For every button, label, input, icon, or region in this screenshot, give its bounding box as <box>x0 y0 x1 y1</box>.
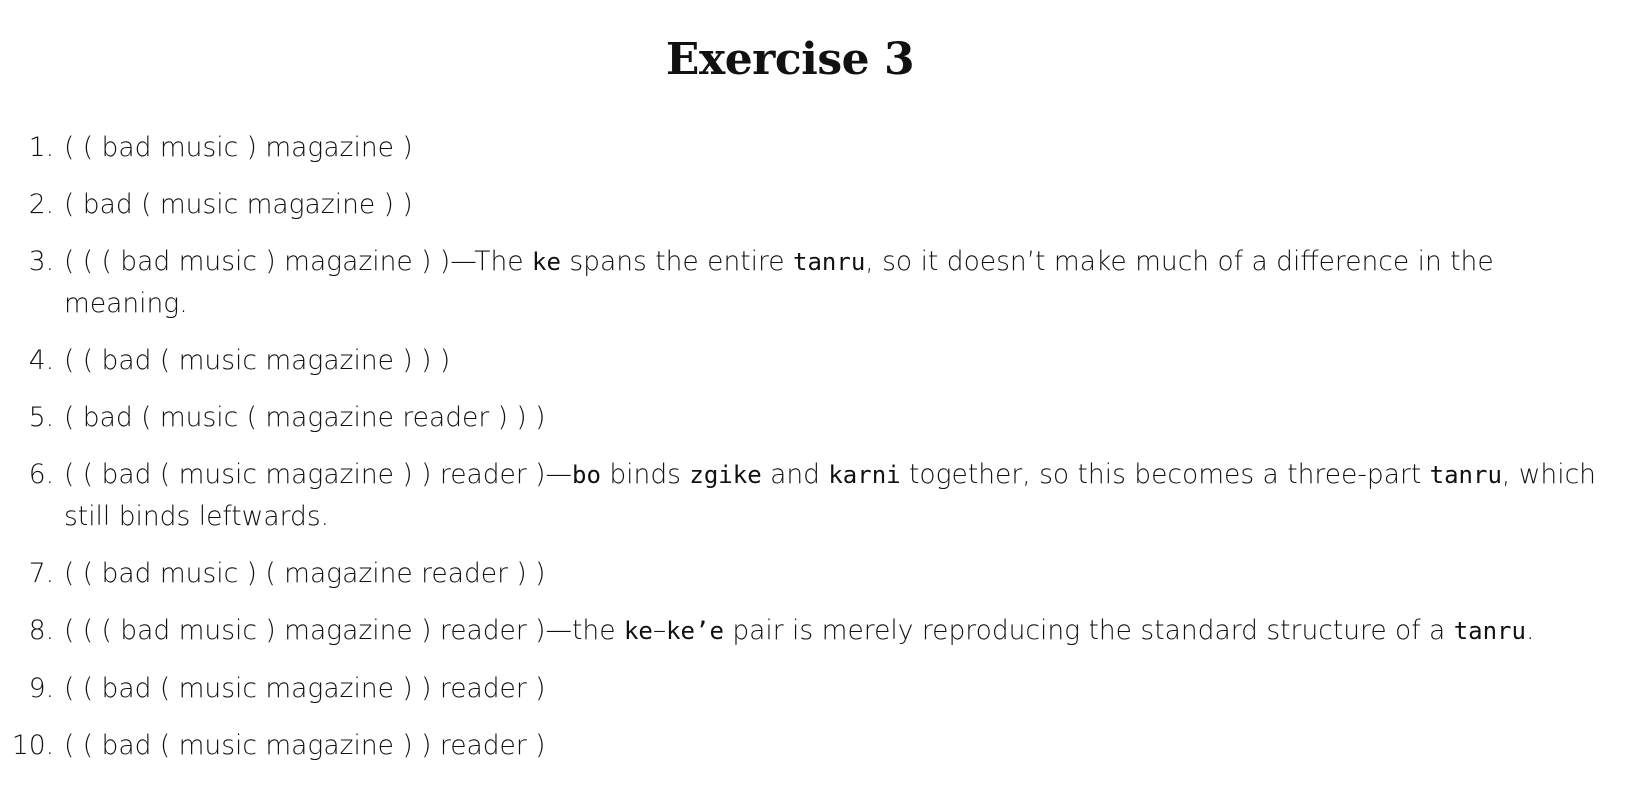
list-item-text: ( ( bad music ) ( magazine reader ) ) <box>64 558 546 589</box>
lojban-term: zgike <box>689 461 762 489</box>
text-run: ( ( bad ( music magazine ) ) reader )— <box>64 459 573 490</box>
list-item: 2. ( bad ( music magazine ) ) <box>0 184 1620 225</box>
answer-list: 1. ( ( bad music ) magazine ) 2. ( bad ( mu… <box>0 127 1620 782</box>
text-run: ( ( bad music ) magazine ) <box>64 132 413 163</box>
text-run: ( ( bad music ) ( magazine reader ) ) <box>64 558 546 589</box>
document-page: Exercise 3 1. ( ( bad music ) magazine ) 2… <box>0 0 1628 800</box>
list-item-text: ( bad ( music ( magazine reader ) ) ) <box>64 402 546 433</box>
list-item-text: ( ( bad music ) magazine ) <box>64 132 413 163</box>
list-item-text: ( ( bad ( music magazine ) ) ) <box>64 345 450 376</box>
list-item: 7. ( ( bad music ) ( magazine reader ) ) <box>0 553 1620 594</box>
list-item: 10. ( ( bad ( music magazine ) ) reader ) <box>0 725 1620 766</box>
list-item-text: ( ( ( bad music ) magazine ) reader )—th… <box>64 615 1534 646</box>
list-item-number: 6. <box>28 459 54 490</box>
list-item-number: 8. <box>28 615 54 646</box>
list-item-text: ( ( bad ( music magazine ) ) reader ) <box>64 673 546 704</box>
list-item-text: ( ( ( bad music ) magazine ) )—The ke sp… <box>64 246 1494 319</box>
list-item: 4. ( ( bad ( music magazine ) ) ) <box>0 340 1620 381</box>
text-run: binds <box>600 459 690 490</box>
page-title: Exercise 3 <box>665 34 915 85</box>
text-run: . <box>1525 615 1535 646</box>
text-run: ( bad ( music ( magazine reader ) ) ) <box>64 402 546 433</box>
text-run: and <box>761 459 829 490</box>
text-run: ( ( bad ( music magazine ) ) reader ) <box>64 730 546 761</box>
text-run: – <box>652 615 667 646</box>
text-run: pair is merely reproducing the standard … <box>723 615 1454 646</box>
text-run: ( ( bad ( music magazine ) ) reader ) <box>64 673 546 704</box>
list-item-number: 9. <box>28 673 54 704</box>
text-run: ( ( ( bad music ) magazine ) )—The <box>64 246 532 277</box>
text-run: ( bad ( music magazine ) ) <box>64 189 413 220</box>
lojban-term: tanru <box>1453 617 1526 645</box>
lojban-term: ke <box>532 248 561 276</box>
lojban-term: ke <box>623 617 653 645</box>
list-item: 6. ( ( bad ( music magazine ) ) reader )—… <box>0 454 1620 537</box>
list-item: 8. ( ( ( bad music ) magazine ) reader )—… <box>0 610 1620 652</box>
list-item-number: 10. <box>11 730 54 761</box>
list-item: 3. ( ( ( bad music ) magazine ) )—The ke … <box>0 241 1620 324</box>
list-item-number: 7. <box>28 558 54 589</box>
list-item: 1. ( ( bad music ) magazine ) <box>0 127 1620 168</box>
text-run: ( ( ( bad music ) magazine ) reader )—th… <box>64 615 624 646</box>
list-item: 9. ( ( bad ( music magazine ) ) reader ) <box>0 668 1620 709</box>
lojban-term: tanru <box>793 248 866 276</box>
list-item-number: 2. <box>28 189 54 220</box>
list-item-number: 4. <box>28 345 54 376</box>
list-item-text: ( ( bad ( music magazine ) ) reader ) <box>64 730 546 761</box>
lojban-term: tanru <box>1429 461 1502 489</box>
lojban-term: karni <box>828 461 901 489</box>
list-item-text: ( bad ( music magazine ) ) <box>64 189 413 220</box>
list-item-number: 5. <box>28 402 54 433</box>
text-run: spans the entire <box>560 246 794 277</box>
list-item: 5. ( bad ( music ( magazine reader ) ) ) <box>0 397 1620 438</box>
list-item-text: ( ( bad ( music magazine ) ) reader )—bo… <box>64 459 1596 532</box>
lojban-term: ke’e <box>666 617 724 645</box>
list-item-number: 1. <box>28 132 54 163</box>
list-item-number: 3. <box>28 246 54 277</box>
lojban-term: bo <box>572 461 601 489</box>
text-run: ( ( bad ( music magazine ) ) ) <box>64 345 451 376</box>
text-run: together, so this becomes a three-part <box>900 459 1430 490</box>
